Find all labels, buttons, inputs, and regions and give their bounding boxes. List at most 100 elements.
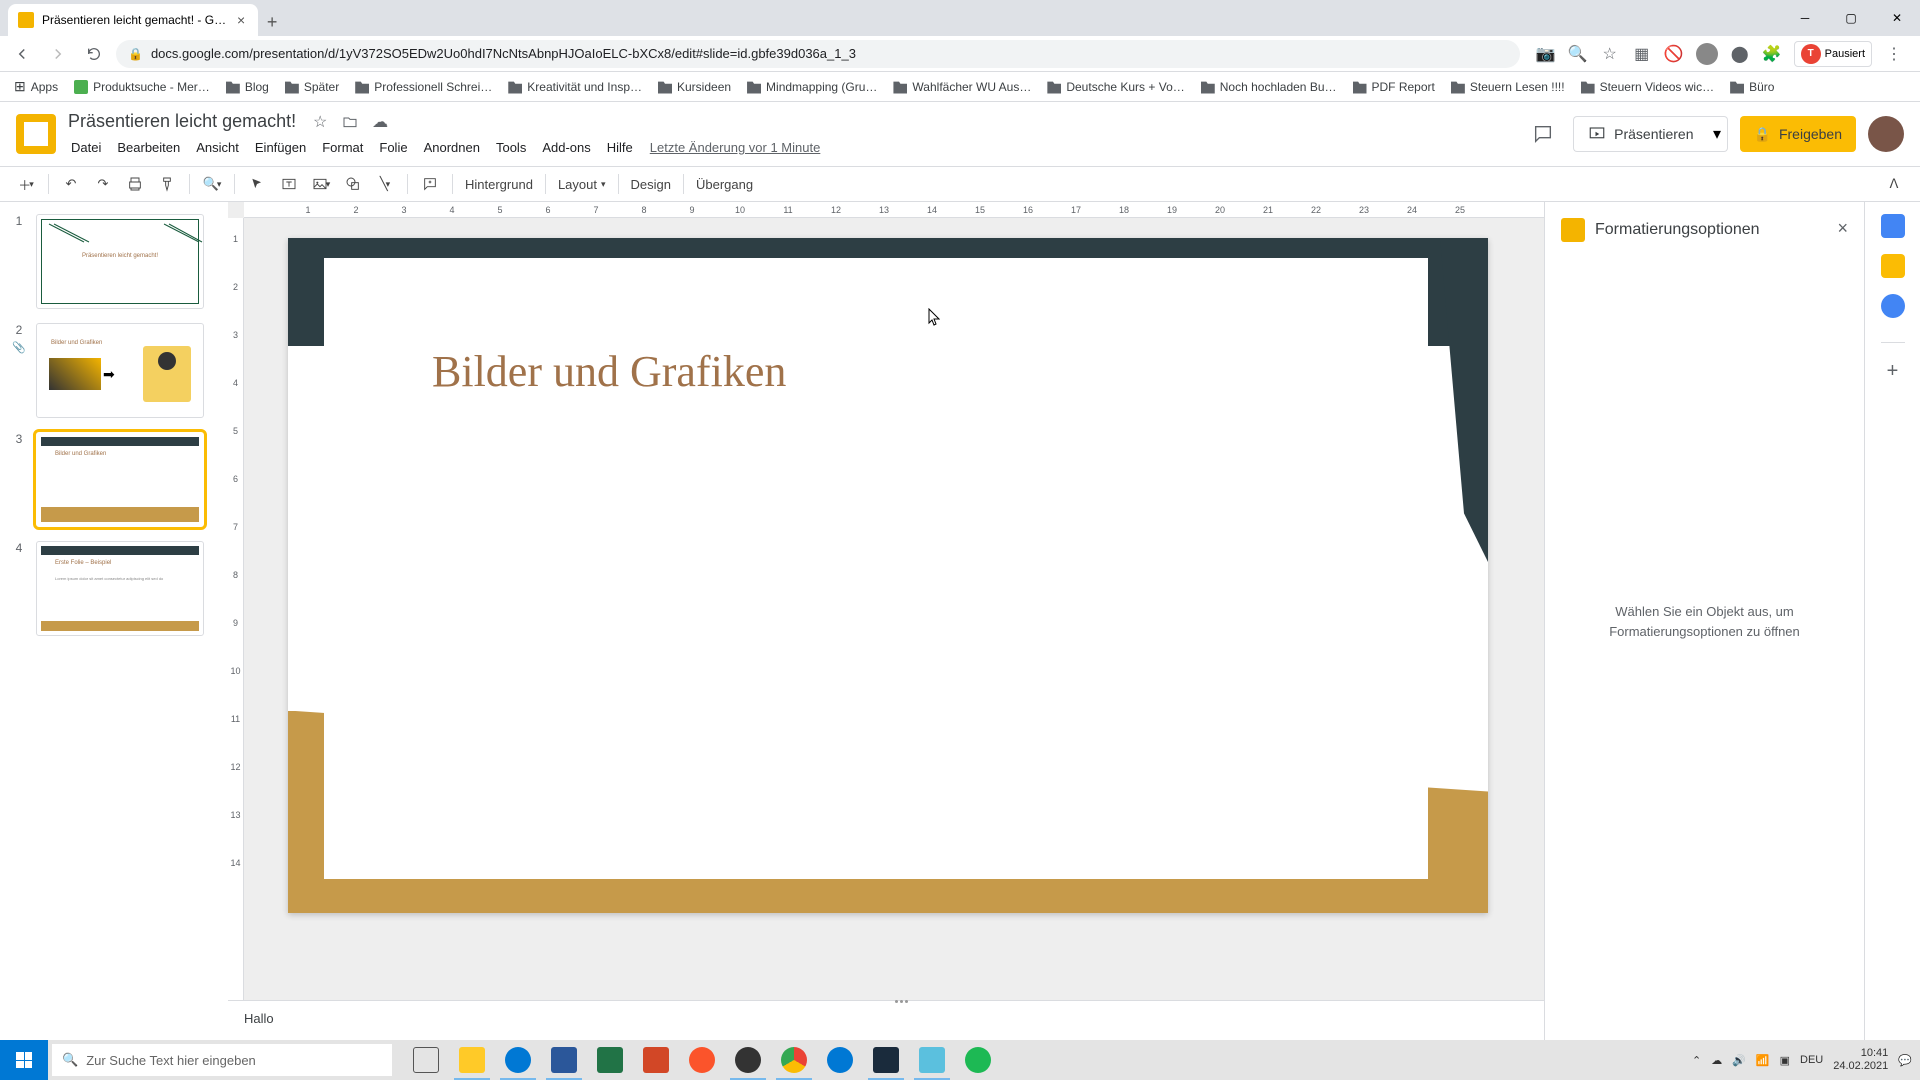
paint-format-button[interactable] <box>153 170 181 198</box>
move-document-icon[interactable] <box>340 112 360 132</box>
chrome-icon[interactable] <box>772 1040 816 1080</box>
bookmark-item[interactable]: PDF Report <box>1347 76 1441 98</box>
clock[interactable]: 10:41 24.02.2021 <box>1833 1047 1888 1073</box>
camera-icon[interactable]: 📷 <box>1536 44 1556 64</box>
obs-icon[interactable] <box>726 1040 770 1080</box>
image-tool[interactable]: ▾ <box>307 170 335 198</box>
slide-thumbnail[interactable]: Erste Folie – BeispielLorem ipsum dolor … <box>36 541 204 636</box>
account-avatar[interactable] <box>1868 116 1904 152</box>
bookmark-item[interactable]: Professionell Schrei… <box>349 76 498 98</box>
slide-thumbnail[interactable]: Bilder und Grafiken➡ <box>36 323 204 418</box>
maximize-button[interactable]: ▢ <box>1828 0 1874 36</box>
bookmark-item[interactable]: Später <box>279 76 345 98</box>
language-indicator[interactable]: DEU <box>1800 1054 1823 1066</box>
bookmark-item[interactable]: Mindmapping (Gru… <box>741 76 883 98</box>
redo-button[interactable]: ↷ <box>89 170 117 198</box>
menu-bearbeiten[interactable]: Bearbeiten <box>110 136 187 159</box>
bookmark-item[interactable]: Produktsuche - Mer… <box>68 76 216 98</box>
word-icon[interactable] <box>542 1040 586 1080</box>
profile-paused-badge[interactable]: T Pausiert <box>1794 41 1872 67</box>
background-button[interactable]: Hintergrund <box>461 170 537 198</box>
edge-legacy-icon[interactable] <box>496 1040 540 1080</box>
notes-resize-handle[interactable] <box>886 997 916 1005</box>
undo-button[interactable]: ↶ <box>57 170 85 198</box>
forward-button[interactable] <box>44 40 72 68</box>
slide-title[interactable]: Bilder und Grafiken <box>432 346 786 397</box>
edge-icon[interactable] <box>818 1040 862 1080</box>
bookmark-item[interactable]: Wahlfächer WU Aus… <box>887 76 1037 98</box>
taskbar-search[interactable]: 🔍 Zur Suche Text hier eingeben <box>52 1044 392 1076</box>
excel-icon[interactable] <box>588 1040 632 1080</box>
slide-thumbnail[interactable]: Präsentieren leicht gemacht! <box>36 214 204 309</box>
extensions-icon[interactable]: 🧩 <box>1762 44 1782 64</box>
menu-anordnen[interactable]: Anordnen <box>417 136 487 159</box>
onedrive-icon[interactable]: ☁ <box>1711 1054 1722 1067</box>
add-addon-icon[interactable]: + <box>1881 359 1905 383</box>
canvas-scroll[interactable]: Bilder und Grafiken <box>228 218 1544 1000</box>
star-icon[interactable]: ☆ <box>1600 44 1620 64</box>
chrome-menu-icon[interactable]: ⋮ <box>1884 44 1904 64</box>
qr-icon[interactable]: ▦ <box>1632 44 1652 64</box>
notifications-icon[interactable]: 💬 <box>1898 1054 1912 1067</box>
calendar-icon[interactable] <box>1881 214 1905 238</box>
tray-chevron-icon[interactable]: ⌃ <box>1692 1054 1701 1067</box>
keep-icon[interactable] <box>1881 254 1905 278</box>
transition-button[interactable]: Übergang <box>692 170 757 198</box>
menu-einfügen[interactable]: Einfügen <box>248 136 313 159</box>
collapse-toolbar-icon[interactable]: ᐱ <box>1880 170 1908 198</box>
slide-thumbnail[interactable]: Bilder und Grafiken <box>36 432 204 527</box>
menu-format[interactable]: Format <box>315 136 370 159</box>
cloud-status-icon[interactable]: ☁ <box>370 112 390 132</box>
menu-folie[interactable]: Folie <box>372 136 414 159</box>
menu-tools[interactable]: Tools <box>489 136 533 159</box>
close-tab-icon[interactable]: × <box>234 13 248 27</box>
menu-add-ons[interactable]: Add-ons <box>535 136 597 159</box>
bookmark-item[interactable]: Kreativität und Insp… <box>502 76 648 98</box>
filmstrip[interactable]: 1Präsentieren leicht gemacht!2📎Bilder un… <box>0 202 228 1050</box>
slides-logo-icon[interactable] <box>16 114 56 154</box>
volume-icon[interactable]: 🔊 <box>1732 1054 1746 1067</box>
minimize-button[interactable]: ─ <box>1782 0 1828 36</box>
blocker-icon[interactable]: 🚫 <box>1664 44 1684 64</box>
present-button[interactable]: Präsentieren <box>1573 116 1707 152</box>
line-tool[interactable]: ╲▾ <box>371 170 399 198</box>
tasks-icon[interactable] <box>1881 294 1905 318</box>
menu-hilfe[interactable]: Hilfe <box>600 136 640 159</box>
print-button[interactable] <box>121 170 149 198</box>
brave-icon[interactable] <box>680 1040 724 1080</box>
bookmark-item[interactable]: Steuern Videos wic… <box>1575 76 1721 98</box>
close-window-button[interactable]: ✕ <box>1874 0 1920 36</box>
textbox-tool[interactable] <box>275 170 303 198</box>
design-button[interactable]: Design <box>627 170 675 198</box>
menu-ansicht[interactable]: Ansicht <box>189 136 246 159</box>
bookmark-item[interactable]: Kursideen <box>652 76 737 98</box>
zoom-icon[interactable]: 🔍 <box>1568 44 1588 64</box>
extension-pin-icon[interactable] <box>1696 43 1718 65</box>
layout-button[interactable]: Layout▾ <box>554 170 610 198</box>
zoom-button[interactable]: 🔍▾ <box>198 170 226 198</box>
bookmark-item[interactable]: Noch hochladen Bu… <box>1195 76 1343 98</box>
document-title[interactable]: Präsentieren leicht gemacht! <box>64 109 300 134</box>
star-document-icon[interactable]: ☆ <box>310 112 330 132</box>
reload-button[interactable] <box>80 40 108 68</box>
start-button[interactable] <box>0 1040 48 1080</box>
streamdeck-icon[interactable] <box>864 1040 908 1080</box>
comments-button[interactable] <box>1525 116 1561 152</box>
slide-canvas[interactable]: Bilder und Grafiken <box>288 238 1488 913</box>
file-explorer-icon[interactable] <box>450 1040 494 1080</box>
menu-datei[interactable]: Datei <box>64 136 108 159</box>
apps-shortcut[interactable]: ⊞Apps <box>8 74 64 99</box>
comment-tool[interactable] <box>416 170 444 198</box>
notes-text[interactable]: Hallo <box>244 1011 274 1026</box>
bookmark-item[interactable]: Steuern Lesen !!!! <box>1445 76 1571 98</box>
loom-icon[interactable]: ⬤ <box>1730 44 1750 64</box>
bookmark-item[interactable]: Büro <box>1724 76 1780 98</box>
browser-tab[interactable]: Präsentieren leicht gemacht! - G… × <box>8 4 258 36</box>
notepad-icon[interactable] <box>910 1040 954 1080</box>
powerpoint-icon[interactable] <box>634 1040 678 1080</box>
bookmark-item[interactable]: Blog <box>220 76 275 98</box>
back-button[interactable] <box>8 40 36 68</box>
network-icon[interactable]: 📶 <box>1756 1054 1770 1067</box>
tray-app-icon[interactable]: ▣ <box>1780 1054 1790 1067</box>
present-dropdown[interactable]: ▾ <box>1708 116 1728 152</box>
